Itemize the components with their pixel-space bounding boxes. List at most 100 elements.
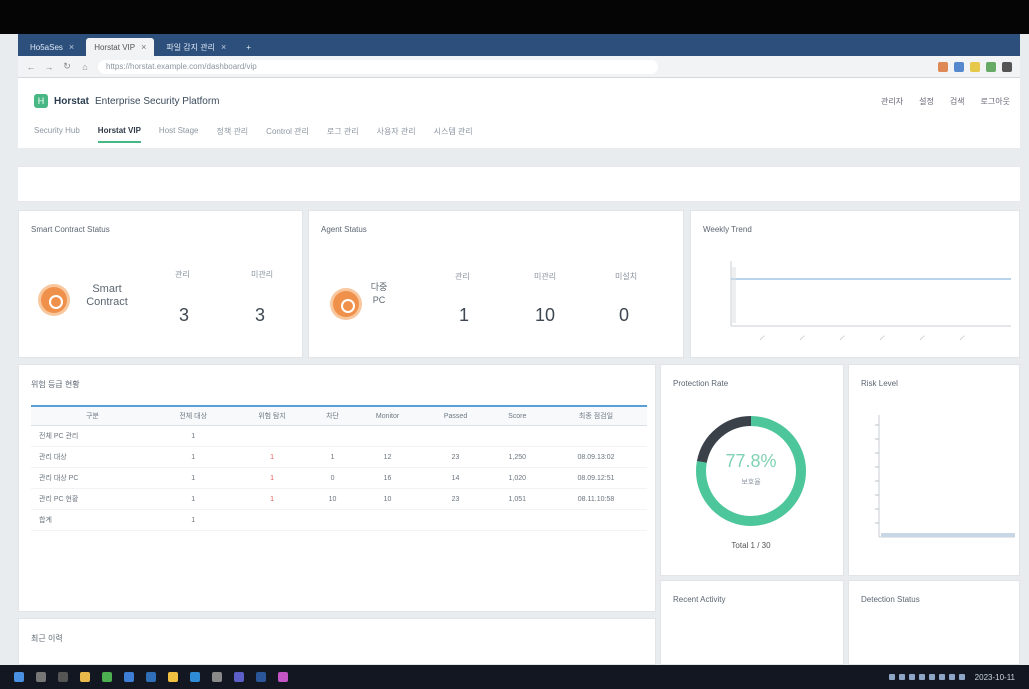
word-icon[interactable] [256, 672, 266, 682]
table-row[interactable]: 관리 대상 PC 1 1 0 16 14 1,020 08.09.12:51 [31, 467, 647, 489]
extension-icon[interactable] [970, 61, 980, 72]
tray-icon[interactable] [908, 674, 915, 680]
browser-tab-bar: Ho5aSes × Horstat VIP × 파일 감지 관리 × + [18, 34, 1020, 56]
brand-subtitle: Enterprise Security Platform [95, 95, 220, 107]
task-view-icon[interactable] [58, 672, 68, 682]
donut-total: Total 1 / 30 [731, 541, 771, 550]
mail-icon[interactable] [124, 672, 134, 682]
table-header-row: 구분 전체 대상 위험 탐지 차단 Monitor Passed Score 최… [31, 405, 647, 426]
table-cell: 1 [232, 446, 312, 468]
search-icon[interactable] [36, 672, 46, 682]
detection-status-card: Detection Status [848, 580, 1020, 665]
extension-icon[interactable] [938, 61, 948, 72]
close-icon[interactable]: × [69, 42, 74, 52]
back-icon[interactable]: ← [26, 62, 36, 72]
column-header: 전체 대상 [153, 405, 233, 426]
tray-icon[interactable] [898, 674, 905, 680]
donut-subtitle: 보호율 [741, 479, 761, 486]
teams-icon[interactable] [234, 672, 244, 682]
table-cell: 1 [232, 467, 312, 489]
tray-icon[interactable] [918, 674, 925, 680]
table-row[interactable]: 관리 PC 현황 1 1 10 10 23 1,051 08.11.10:58 [31, 488, 647, 510]
table-cell: 10 [353, 488, 422, 510]
table-row[interactable]: 전체 PC 관리 1 [31, 425, 647, 447]
reload-icon[interactable]: ↻ [62, 61, 72, 72]
menu-item-active[interactable]: Horstat VIP [97, 126, 141, 143]
column-header: 차단 [311, 405, 354, 426]
menu-item[interactable]: 시스템 관리 [434, 126, 473, 143]
extension-icon[interactable] [954, 61, 964, 72]
excel-icon[interactable] [278, 672, 288, 682]
forward-icon[interactable]: → [44, 62, 54, 72]
name-line: 다중 [370, 282, 388, 292]
tray-icon[interactable] [938, 674, 945, 680]
table-cell: 관리 PC 현황 [31, 488, 154, 510]
extension-icon[interactable] [986, 61, 996, 72]
close-icon[interactable]: × [221, 42, 226, 52]
settings-icon[interactable] [212, 672, 222, 682]
tray-icon[interactable] [928, 674, 935, 680]
tray-icon[interactable] [948, 674, 955, 680]
svg-text:—: — [798, 334, 806, 342]
table-cell [353, 509, 422, 531]
close-icon[interactable]: × [141, 42, 146, 52]
table-cell [311, 425, 354, 447]
card-title: 위험 등급 현황 [31, 380, 80, 389]
edge-icon[interactable] [190, 672, 200, 682]
tray-icon[interactable] [888, 674, 895, 680]
menu-item[interactable]: 사용자 관리 [377, 126, 416, 143]
logo-icon: H [34, 94, 48, 108]
agent-icon [333, 291, 359, 317]
table-cell [421, 509, 490, 531]
table-cell [545, 509, 647, 531]
stat-value: 1 [459, 305, 470, 325]
address-bar[interactable]: https://horstat.example.com/dashboard/vi… [98, 59, 658, 74]
table-cell: 1 [153, 446, 233, 468]
history-card: 최근 이력 [18, 618, 656, 665]
table-cell: 1,051 [489, 488, 545, 510]
table-cell: 12 [353, 446, 422, 468]
brand[interactable]: H Horstat Enterprise Security Platform [34, 94, 220, 108]
table-row[interactable]: 관리 대상 1 1 1 12 23 1,250 08.09.13:02 [31, 446, 647, 468]
risk-level-card: Risk Level [848, 364, 1020, 576]
menu-item[interactable]: Host Stage [159, 126, 199, 143]
stat-value: 3 [255, 305, 266, 325]
header-logout[interactable]: 로그아웃 [981, 96, 1010, 107]
card-title: 최근 이력 [31, 634, 63, 643]
calendar-icon[interactable] [146, 672, 156, 682]
clock[interactable]: 2023-10-11 [975, 673, 1015, 682]
home-icon[interactable]: ⌂ [80, 62, 90, 72]
main-menu: Security Hub Horstat VIP Host Stage 정책 관… [34, 126, 473, 143]
menu-item[interactable]: Security Hub [34, 126, 80, 143]
browser-tab[interactable]: Ho5aSes × [22, 38, 82, 56]
table-cell: 1 [153, 425, 233, 447]
new-tab-button[interactable]: + [238, 38, 259, 56]
start-icon[interactable] [14, 672, 24, 682]
menu-item[interactable]: 로그 관리 [327, 126, 359, 143]
chrome-icon[interactable] [102, 672, 112, 682]
browser-tab[interactable]: 파일 감지 관리 × [158, 38, 234, 56]
filter-bar[interactable] [18, 166, 1020, 202]
table-row[interactable]: 합계 1 [31, 509, 647, 531]
donut-percent: 77.8% [725, 451, 777, 471]
menu-item[interactable]: Control 관리 [266, 126, 309, 143]
header-search[interactable]: 검색 [950, 96, 965, 107]
trend-chart-card: Weekly Trend — — — — — — [690, 210, 1020, 358]
column-header: 위험 탐지 [232, 405, 312, 426]
table-cell: 1 [153, 509, 233, 531]
profile-icon[interactable] [1002, 61, 1012, 72]
table-cell: 관리 대상 [31, 446, 154, 468]
explorer-icon[interactable] [80, 672, 90, 682]
risk-table-card: 위험 등급 현황 구분 전체 대상 위험 탐지 차단 Monitor Passe… [18, 364, 656, 612]
table-cell [421, 425, 490, 447]
risk-table: 구분 전체 대상 위험 탐지 차단 Monitor Passed Score 최… [31, 405, 647, 531]
stat-value: 0 [619, 305, 630, 325]
header-admin[interactable]: 관리자 [881, 96, 903, 107]
smart-contract-name: Smart Contract [77, 283, 137, 309]
header-settings[interactable]: 설정 [919, 96, 934, 107]
store-icon[interactable] [168, 672, 178, 682]
menu-item[interactable]: 정책 관리 [217, 126, 249, 143]
browser-tab-active[interactable]: Horstat VIP × [86, 38, 155, 56]
table-cell [489, 509, 545, 531]
tray-icon[interactable] [958, 674, 965, 680]
